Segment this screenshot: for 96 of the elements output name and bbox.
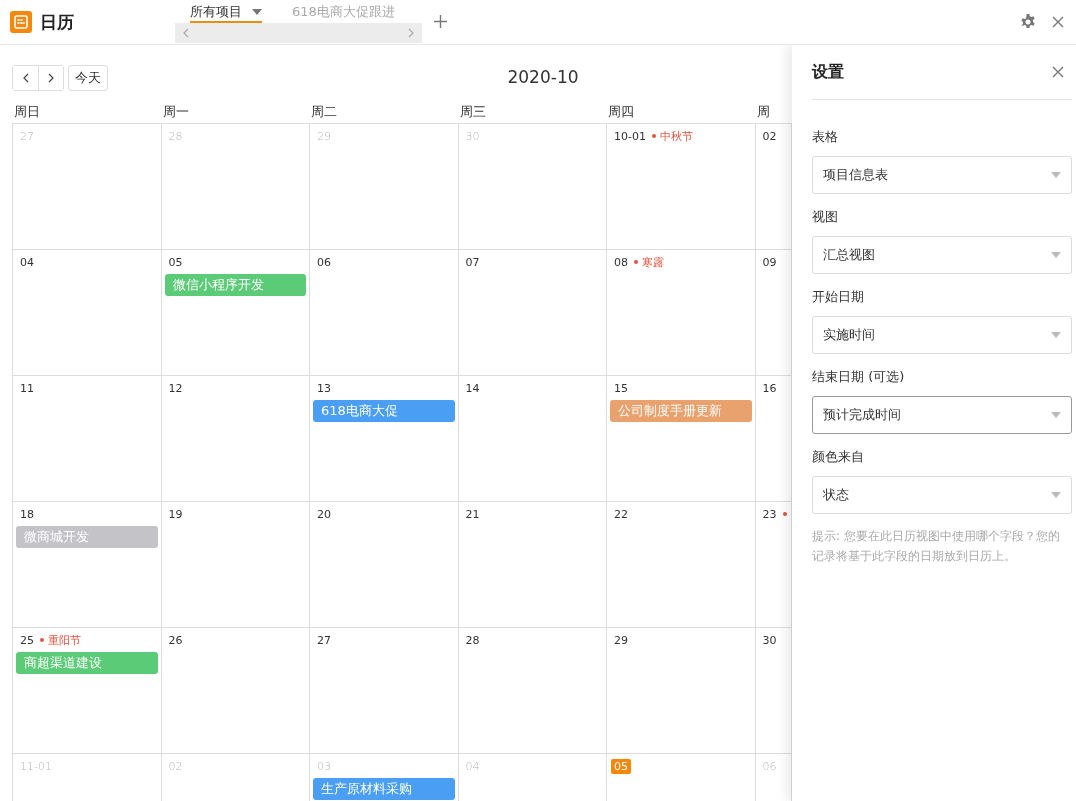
- holiday-label: 重阳节: [40, 632, 81, 648]
- weekday-label: 周三: [459, 104, 486, 119]
- day-number: 05: [611, 758, 631, 774]
- day-number: 28: [465, 633, 480, 647]
- day-cell[interactable]: 21: [458, 502, 607, 628]
- day-cell[interactable]: 13 618电商大促: [310, 376, 459, 502]
- day-cell[interactable]: 18 微商城开发: [13, 502, 162, 628]
- day-number: 29: [614, 633, 628, 647]
- day-cell[interactable]: 30: [755, 628, 792, 754]
- day-cell[interactable]: 11: [13, 376, 162, 502]
- field-label: 结束日期 (可选): [812, 368, 906, 386]
- day-cell[interactable]: 22: [607, 502, 756, 628]
- dropdown-caret-icon: [1051, 172, 1061, 178]
- day-cell[interactable]: 16: [755, 376, 792, 502]
- day-cell[interactable]: 29: [607, 628, 756, 754]
- day-cell[interactable]: 05 微信小程序开发: [161, 250, 310, 376]
- select-field[interactable]: 项目信息表: [812, 156, 1072, 194]
- weekday-label: 周四: [608, 104, 634, 119]
- day-cell[interactable]: 20: [310, 502, 459, 628]
- select-field[interactable]: 预计完成时间: [812, 396, 1072, 434]
- day-cell[interactable]: 07: [458, 250, 607, 376]
- day-cell[interactable]: 09: [755, 250, 792, 376]
- panel-title: 设置: [812, 61, 844, 83]
- day-number: 10-01: [614, 129, 646, 143]
- select-field[interactable]: 实施时间: [812, 316, 1072, 354]
- chevron-left-icon: [22, 73, 29, 83]
- day-number: 23: [762, 507, 777, 521]
- day-number: 04: [465, 759, 480, 773]
- select-field[interactable]: 汇总视图: [812, 236, 1072, 274]
- day-number: 18: [20, 507, 34, 521]
- dropdown-caret-icon: [1051, 492, 1061, 498]
- weekday-label: 周二: [311, 104, 337, 119]
- field-label: 视图: [812, 208, 839, 226]
- day-number: 09: [762, 255, 777, 269]
- month-title: 2020-10: [506, 67, 580, 87]
- day-number: 21: [465, 507, 480, 521]
- day-number: 25: [20, 633, 34, 647]
- add-tab-icon[interactable]: [434, 15, 447, 28]
- day-cell[interactable]: 10-01 中秋节: [607, 124, 756, 250]
- day-number: 26: [168, 633, 183, 647]
- app-title: 日历: [40, 10, 74, 34]
- weekday-label: 周一: [162, 104, 189, 119]
- day-cell[interactable]: 02: [755, 124, 792, 250]
- day-number: 03: [317, 759, 331, 773]
- day-number: 02: [762, 129, 777, 143]
- day-number: 07: [465, 255, 480, 269]
- day-cell[interactable]: 14: [458, 376, 607, 502]
- field-label: 开始日期: [812, 288, 865, 306]
- day-cell[interactable]: 08 寒露: [607, 250, 756, 376]
- day-number: 08: [614, 255, 628, 269]
- dropdown-caret-icon: [1051, 412, 1061, 418]
- day-cell[interactable]: 19: [161, 502, 310, 628]
- day-number: 27: [317, 633, 331, 647]
- calendar-logo-icon: [10, 11, 32, 33]
- holiday-label: 中秋节: [651, 128, 693, 144]
- close-icon[interactable]: [1052, 66, 1064, 78]
- dropdown-caret-icon[interactable]: [252, 9, 262, 15]
- day-number: 05: [168, 255, 183, 269]
- settings-icon[interactable]: [1020, 14, 1036, 30]
- day-cell[interactable]: 06: [310, 250, 459, 376]
- day-number: 19: [168, 507, 183, 521]
- day-cell[interactable]: 12: [161, 376, 310, 502]
- day-number: 30: [762, 633, 777, 647]
- field-label: 颜色来自: [812, 448, 865, 466]
- day-number: 30: [465, 129, 480, 143]
- day-number: 14: [465, 381, 480, 395]
- today-button[interactable]: 今天: [68, 65, 108, 91]
- close-icon[interactable]: [1052, 16, 1064, 28]
- day-number: 11-01: [20, 759, 52, 773]
- weekday-label: 周: [756, 104, 770, 119]
- select-field[interactable]: 状态: [812, 476, 1072, 514]
- day-number: 27: [20, 129, 34, 143]
- day-number: 06: [317, 255, 331, 269]
- day-number: 12: [168, 381, 183, 395]
- day-cell[interactable]: 04: [13, 250, 162, 376]
- field-label: 表格: [812, 128, 839, 146]
- dropdown-caret-icon: [1051, 252, 1061, 258]
- day-cell[interactable]: 26: [161, 628, 310, 754]
- day-number: 04: [20, 255, 34, 269]
- day-number: 22: [614, 507, 628, 521]
- dropdown-caret-icon: [1051, 332, 1061, 338]
- hint-text: 提示: 您要在此日历视图中使用哪个字段？您的记录将基于此字段的日期放到日历上。: [812, 528, 1061, 565]
- holiday-label: 寒露: [634, 254, 664, 270]
- day-cell[interactable]: 25 重阳节 商超渠道建设: [13, 628, 162, 754]
- day-number: 20: [317, 507, 331, 521]
- day-number: 29: [317, 129, 331, 143]
- day-cell[interactable]: 23: [755, 502, 792, 628]
- day-number: 13: [317, 381, 331, 395]
- day-number: 16: [762, 381, 777, 395]
- chevron-right-icon: [48, 73, 54, 83]
- weekday-label: 周日: [14, 104, 40, 119]
- day-cell[interactable]: 27: [310, 628, 459, 754]
- day-cell[interactable]: 15 公司制度手册更新: [607, 376, 756, 502]
- day-number: 15: [614, 381, 628, 395]
- day-number: 11: [20, 381, 34, 395]
- day-cell[interactable]: 28: [458, 628, 607, 754]
